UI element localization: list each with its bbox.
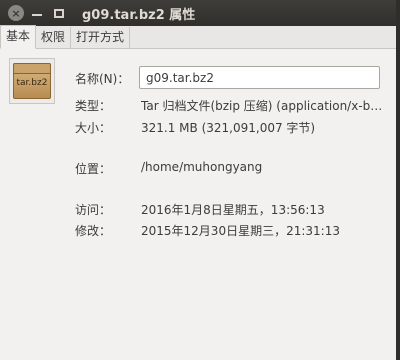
name-input[interactable] — [139, 66, 380, 89]
window-title: g09.tar.bz2 属性 — [82, 7, 196, 23]
location-row: 位置： /home/muhongyang — [75, 160, 262, 177]
name-row: 名称(N)： — [75, 70, 139, 87]
tab-basic[interactable]: 基本 — [0, 25, 37, 49]
accessed-row: 访问： 2016年1月8日星期五，13:56:13 — [75, 201, 325, 218]
tab-open-with[interactable]: 打开方式 — [71, 27, 131, 48]
modified-label: 修改： — [75, 224, 112, 238]
properties-window: × g09.tar.bz2 属性 基本 权限 打开方式 tar.bz2 名称(N… — [0, 0, 396, 360]
tab-permissions[interactable]: 权限 — [36, 27, 72, 48]
basic-panel: tar.bz2 名称(N)： 类型： Tar 归档文件(bzip 压缩) (ap… — [0, 49, 396, 360]
close-button[interactable]: × — [8, 5, 24, 21]
minimize-button[interactable] — [28, 4, 46, 22]
archive-lid — [13, 63, 51, 74]
tab-bar: 基本 权限 打开方式 — [0, 25, 396, 49]
title-bar: × g09.tar.bz2 属性 — [0, 0, 396, 26]
archive-icon: tar.bz2 — [13, 63, 51, 99]
accessed-value: 2016年1月8日星期五，13:56:13 — [141, 203, 325, 217]
size-label: 大小： — [75, 121, 112, 135]
name-label: 名称(N)： — [75, 72, 130, 86]
type-label: 类型： — [75, 99, 112, 113]
type-row: 类型： Tar 归档文件(bzip 压缩) (application/x-bzi… — [75, 97, 385, 114]
location-label: 位置： — [75, 162, 112, 176]
minimize-icon — [32, 14, 42, 16]
maximize-button[interactable] — [50, 4, 68, 22]
size-value: 321.1 MB (321,091,007 字节) — [141, 121, 316, 135]
location-value: /home/muhongyang — [141, 160, 263, 174]
size-row: 大小： 321.1 MB (321,091,007 字节) — [75, 119, 315, 136]
accessed-label: 访问： — [75, 203, 112, 217]
file-icon-frame[interactable]: tar.bz2 — [9, 58, 55, 104]
maximize-icon — [54, 8, 64, 18]
close-icon: × — [11, 6, 21, 20]
archive-icon-caption: tar.bz2 — [16, 78, 48, 88]
type-value: Tar 归档文件(bzip 压缩) (application/x-bzip-co… — [141, 99, 385, 113]
modified-value: 2015年12月30日星期三，21:31:13 — [141, 224, 340, 238]
modified-row: 修改： 2015年12月30日星期三，21:31:13 — [75, 222, 340, 239]
